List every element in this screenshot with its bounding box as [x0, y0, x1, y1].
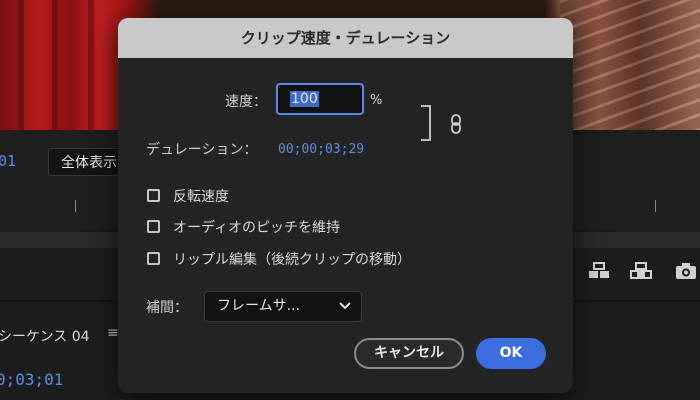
reverse-speed-label: 反転速度 [173, 189, 229, 205]
chain-link-icon[interactable] [450, 114, 462, 134]
ruler-tick [655, 200, 656, 212]
timeline-timecode[interactable]: 0;03;01 [0, 370, 63, 389]
sequence-tab[interactable]: シーケンス 04 [0, 326, 90, 346]
speed-label: 速度： [225, 94, 267, 110]
duration-label: デュレーション： [146, 142, 258, 158]
overwrite-icon[interactable] [630, 262, 652, 280]
interpolation-label: 補間： [146, 300, 188, 316]
link-bracket [421, 105, 431, 141]
hamburger-icon[interactable]: ≡ [107, 325, 119, 341]
cancel-button[interactable]: キャンセル [354, 338, 464, 369]
clip-speed-dialog: クリップ速度・デュレーション 速度： 100 % デュレーション： 00;00;… [118, 18, 573, 393]
speed-unit: % [370, 93, 383, 108]
dialog-title: クリップ速度・デュレーション [118, 18, 573, 58]
monitor-timecode[interactable]: 01 [0, 152, 16, 170]
speed-input[interactable]: 100 [276, 83, 364, 115]
duration-value[interactable]: 00;00;03;29 [278, 142, 364, 157]
interpolation-value: フレームサ... [217, 298, 300, 314]
ok-button[interactable]: OK [476, 338, 546, 369]
maintain-pitch-label: オーディオのピッチを維持 [173, 220, 341, 236]
ripple-edit-checkbox[interactable] [147, 252, 160, 265]
chevron-down-icon [339, 302, 351, 310]
maintain-pitch-checkbox[interactable] [147, 220, 160, 233]
insert-icon[interactable] [588, 262, 610, 280]
ripple-edit-label: リップル編集（後続クリップの移動） [173, 252, 411, 268]
camera-icon[interactable] [675, 262, 697, 280]
interpolation-select[interactable]: フレームサ... [204, 291, 362, 322]
reverse-speed-checkbox[interactable] [147, 189, 160, 202]
ruler-tick [75, 200, 76, 212]
speed-value: 100 [290, 91, 319, 107]
